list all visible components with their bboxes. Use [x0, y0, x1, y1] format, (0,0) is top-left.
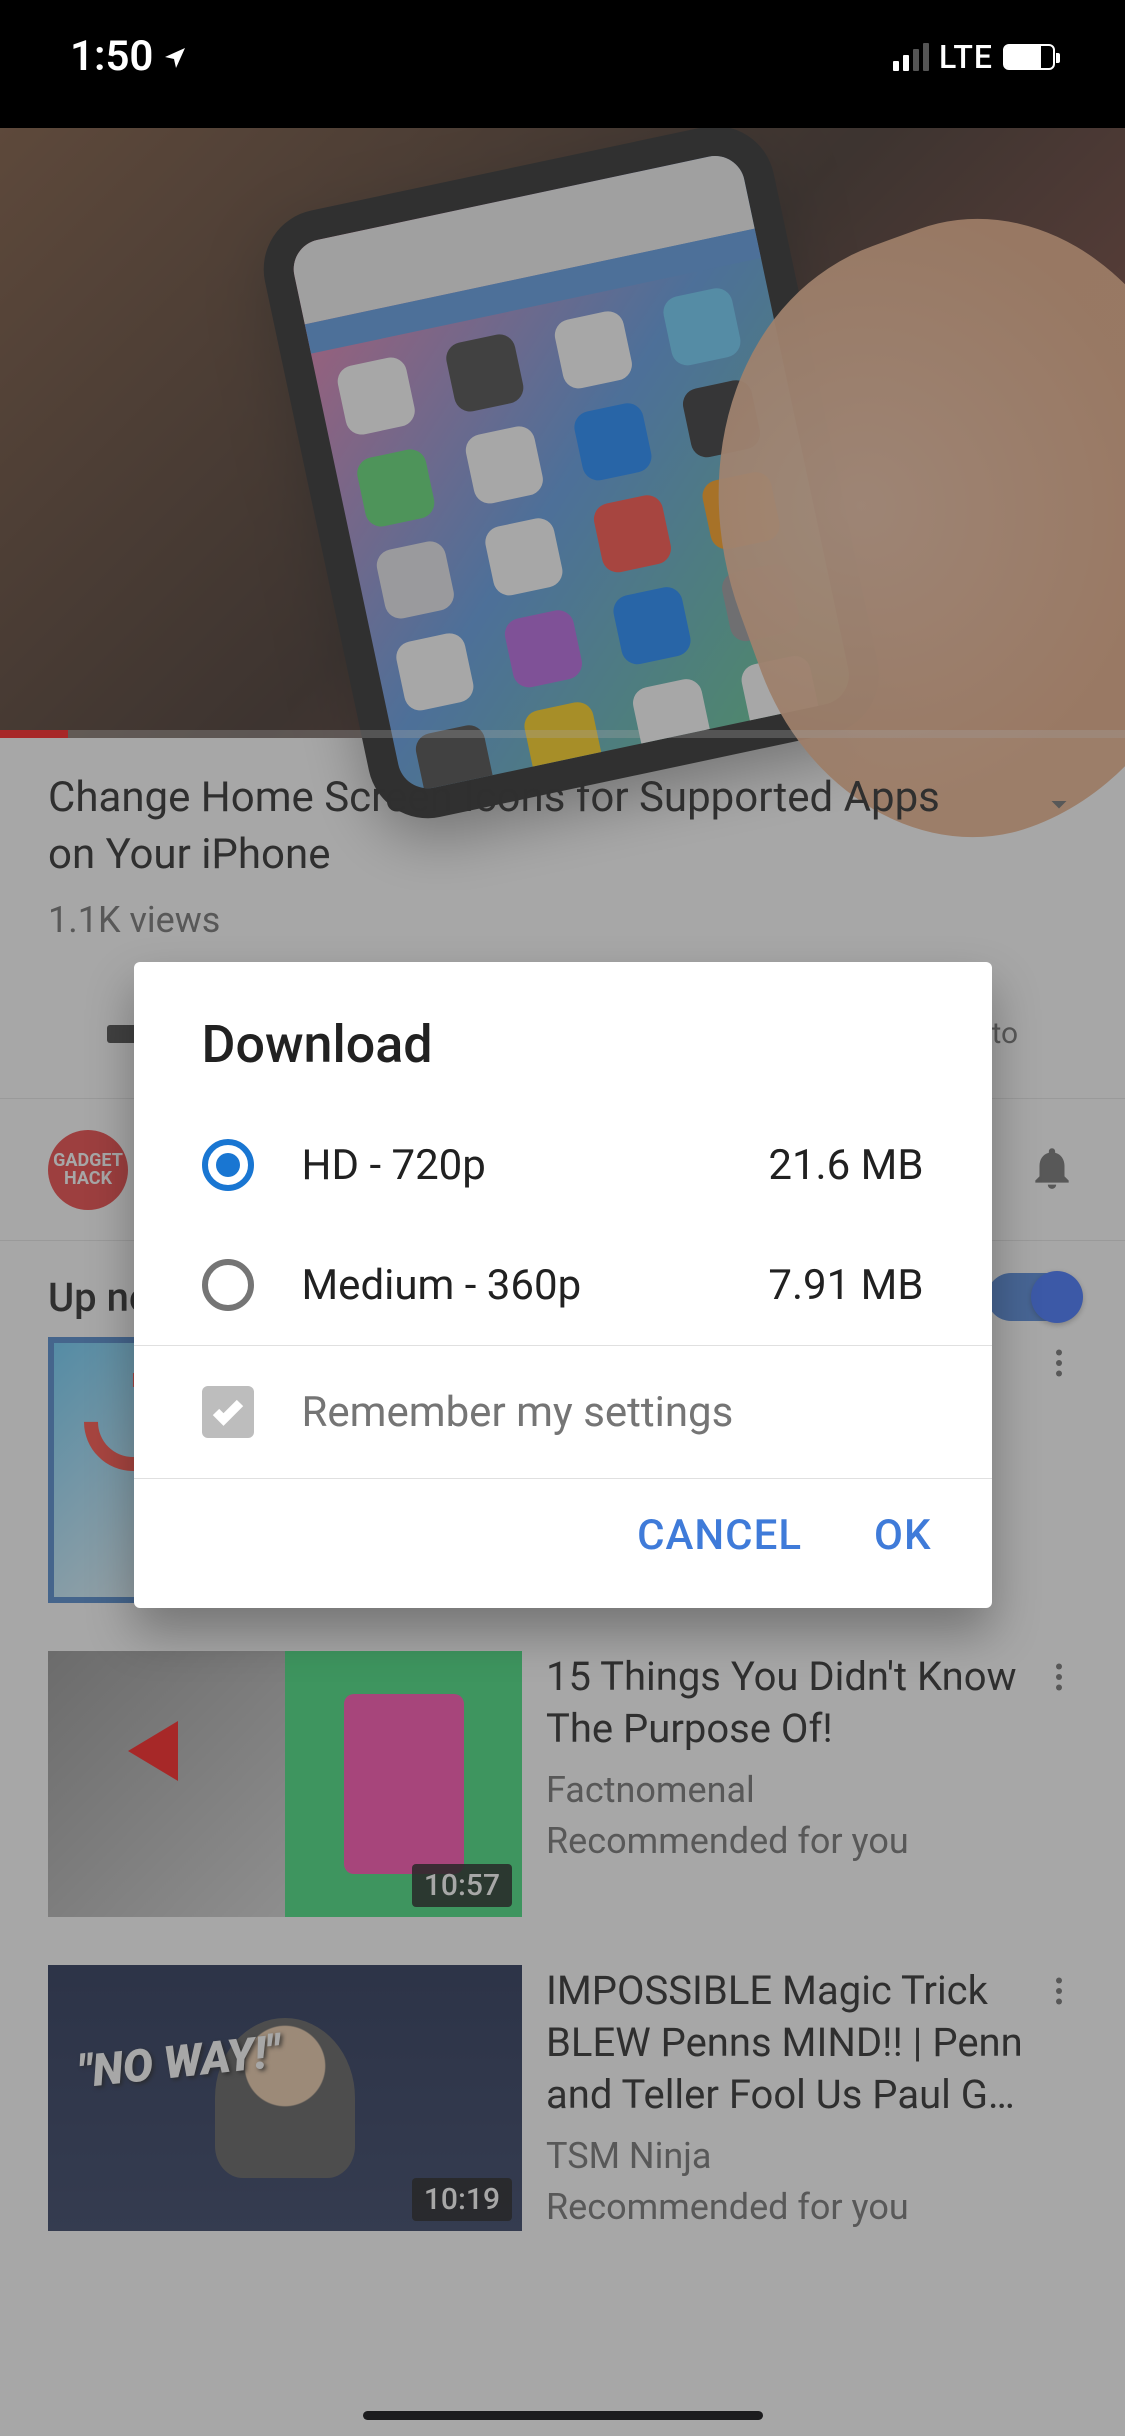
quality-option-hd[interactable]: HD - 720p 21.6 MB — [134, 1105, 992, 1225]
quality-label: Medium - 360p — [302, 1261, 721, 1310]
remember-settings-row[interactable]: Remember my settings — [134, 1346, 992, 1478]
ok-button[interactable]: OK — [874, 1511, 931, 1560]
download-dialog: Download HD - 720p 21.6 MB Medium - 360p… — [134, 962, 992, 1608]
radio-icon[interactable] — [202, 1139, 254, 1191]
battery-icon — [1003, 44, 1055, 70]
location-icon — [163, 45, 187, 69]
cellular-signal-icon — [893, 43, 929, 71]
dialog-actions: CANCEL OK — [134, 1479, 992, 1608]
status-bar: 1:50 LTE — [0, 0, 1125, 128]
remember-label: Remember my settings — [302, 1388, 734, 1437]
quality-size: 21.6 MB — [768, 1141, 923, 1190]
radio-icon[interactable] — [202, 1259, 254, 1311]
cancel-button[interactable]: CANCEL — [637, 1511, 802, 1560]
status-time: 1:50 — [70, 32, 153, 81]
quality-label: HD - 720p — [302, 1141, 721, 1190]
app-content: Change Home Screen Icons for Supported A… — [0, 128, 1125, 2436]
quality-size: 7.91 MB — [768, 1261, 923, 1310]
home-indicator[interactable] — [363, 2411, 763, 2420]
dialog-title: Download — [134, 962, 992, 1105]
checkbox-icon[interactable] — [202, 1386, 254, 1438]
network-label: LTE — [939, 38, 993, 76]
quality-option-medium[interactable]: Medium - 360p 7.91 MB — [134, 1225, 992, 1345]
